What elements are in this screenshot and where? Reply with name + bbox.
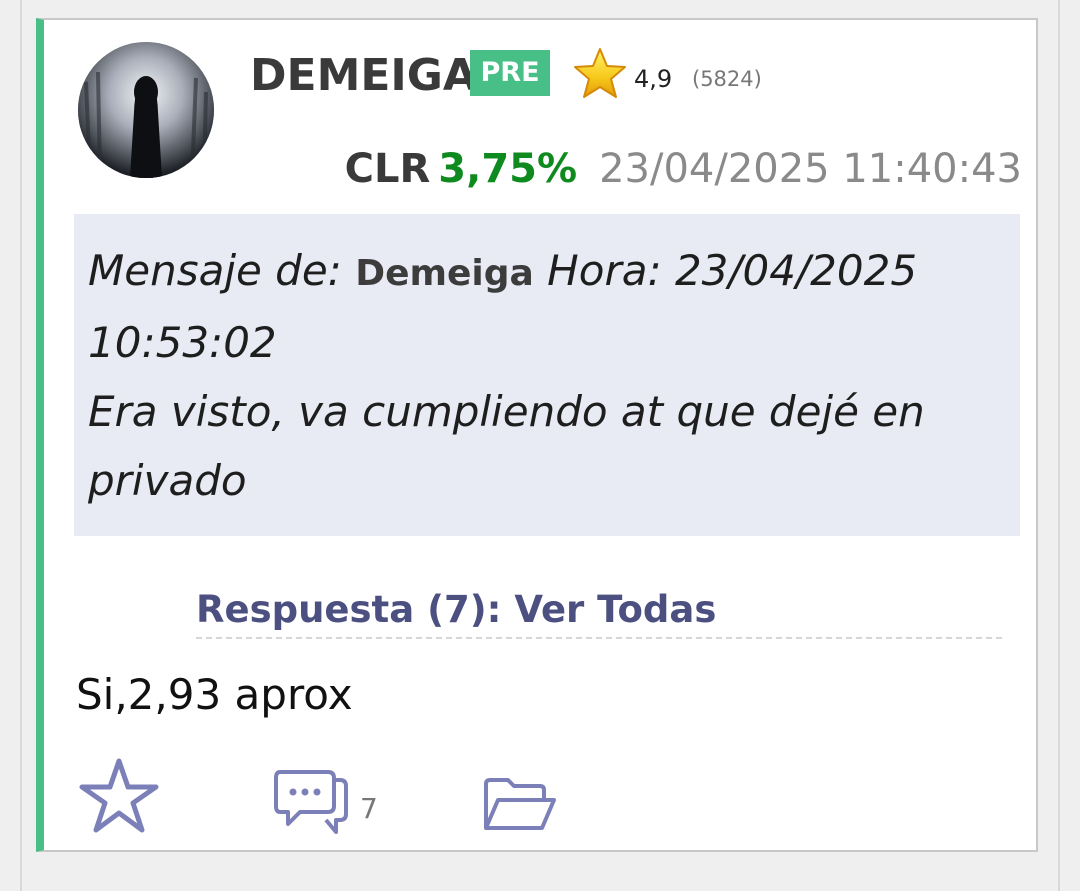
view-all-replies-link[interactable]: Respuesta (7): Ver Todas (196, 588, 1002, 639)
side-divider-right (1058, 0, 1060, 891)
comment-count: 7 (360, 792, 378, 825)
premium-badge: PRE (470, 50, 550, 96)
rating-value: 4,9 (634, 65, 673, 93)
avatar[interactable] (78, 42, 214, 178)
message-body: Si,2,93 aprox (76, 670, 353, 719)
ticker-symbol[interactable]: CLR (345, 146, 431, 192)
post-timestamp: 23/04/2025 11:40:43 (599, 146, 1022, 192)
quote-prefix: Mensaje de: (88, 246, 356, 295)
quote-body: Era visto, va cumpliendo at que dejé en … (88, 387, 925, 505)
rating-count: (5824) (692, 67, 762, 91)
hooded-figure-icon (78, 42, 214, 178)
star-icon (574, 48, 626, 98)
quoted-message: Mensaje de: Demeiga Hora: 23/04/2025 10:… (74, 214, 1020, 536)
quote-author[interactable]: Demeiga (355, 253, 534, 294)
post-card: DEMEIGA PRE 4,9 (5824) CLR 3,75% 23/04/202… (36, 18, 1038, 852)
comments-icon[interactable] (274, 768, 350, 838)
folder-open-icon[interactable] (482, 776, 558, 836)
side-divider-left (20, 0, 22, 891)
page-background: DEMEIGA PRE 4,9 (5824) CLR 3,75% 23/04/202… (0, 0, 1080, 891)
change-percent: 3,75% (438, 146, 578, 192)
quoted-message-text: Mensaje de: Demeiga Hora: 23/04/2025 10:… (88, 236, 1018, 515)
star-outline-icon[interactable] (78, 756, 160, 836)
username[interactable]: DEMEIGA (250, 50, 477, 101)
ticker-line: CLR 3,75% 23/04/2025 11:40:43 (345, 146, 1022, 192)
